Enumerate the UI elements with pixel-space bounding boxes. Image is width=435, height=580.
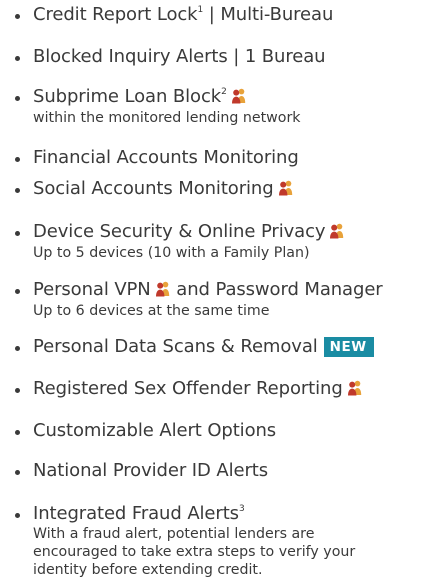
- family-person-icon: [231, 88, 247, 104]
- feature-description-line: encouraged to take extra steps to verify…: [33, 544, 356, 560]
- feature-label: Customizable Alert Options: [33, 420, 277, 441]
- family-person-icon: [329, 223, 345, 239]
- footnote-marker: 3: [238, 504, 245, 514]
- bullet: [15, 388, 20, 393]
- feature-label: Personal Data Scans & Removal NEW: [33, 336, 374, 358]
- feature-label: Registered Sex Offender Reporting: [33, 378, 363, 400]
- feature-description: within the monitored lending network: [33, 110, 301, 126]
- feature-text: Integrated Fraud Alerts: [33, 503, 239, 524]
- bullet: [15, 56, 20, 61]
- feature-text: Credit Report Lock: [33, 4, 198, 25]
- bullet: [15, 513, 20, 518]
- bullet: [15, 96, 20, 101]
- bullet: [15, 289, 20, 294]
- feature-description: Up to 6 devices at the same time: [33, 303, 270, 319]
- feature-text-suffix: and Password Manager: [170, 279, 383, 300]
- bullet: [15, 470, 20, 475]
- bullet: [15, 346, 20, 351]
- family-person-icon: [278, 180, 294, 196]
- feature-text: Personal VPN: [33, 279, 151, 300]
- footnote-marker: 2: [221, 87, 227, 97]
- bullet: [15, 157, 20, 162]
- bullet: [15, 14, 20, 19]
- feature-label: Device Security & Online Privacy: [33, 221, 345, 243]
- feature-text: Registered Sex Offender Reporting: [33, 378, 343, 399]
- feature-text: Subprime Loan Block: [33, 86, 222, 107]
- feature-text: Personal Data Scans & Removal: [33, 336, 318, 357]
- family-person-icon: [155, 281, 171, 297]
- feature-label: Personal VPN and Password Manager: [33, 279, 383, 301]
- feature-description: Up to 5 devices (10 with a Family Plan): [33, 245, 310, 261]
- feature-label: Credit Report Lock1 | Multi-Bureau: [33, 4, 333, 26]
- family-person-icon: [347, 380, 363, 396]
- feature-label: Social Accounts Monitoring: [33, 178, 294, 200]
- feature-label: Financial Accounts Monitoring: [33, 147, 299, 168]
- feature-description-line: With a fraud alert, potential lenders ar…: [33, 526, 315, 542]
- feature-label: Integrated Fraud Alerts3: [33, 503, 245, 525]
- feature-text: Social Accounts Monitoring: [33, 178, 274, 199]
- feature-label: National Provider ID Alerts: [33, 460, 268, 481]
- bullet: [15, 231, 20, 236]
- bullet: [15, 430, 20, 435]
- feature-text-suffix: | Multi-Bureau: [203, 4, 334, 25]
- bullet: [15, 188, 20, 193]
- feature-label: Subprime Loan Block2: [33, 86, 247, 108]
- footnote-marker: 1: [197, 5, 204, 15]
- feature-description-line: identity before extending credit.: [33, 562, 263, 578]
- feature-text: Device Security & Online Privacy: [33, 221, 326, 242]
- feature-label: Blocked Inquiry Alerts | 1 Bureau: [33, 46, 326, 67]
- new-badge: NEW: [323, 337, 374, 357]
